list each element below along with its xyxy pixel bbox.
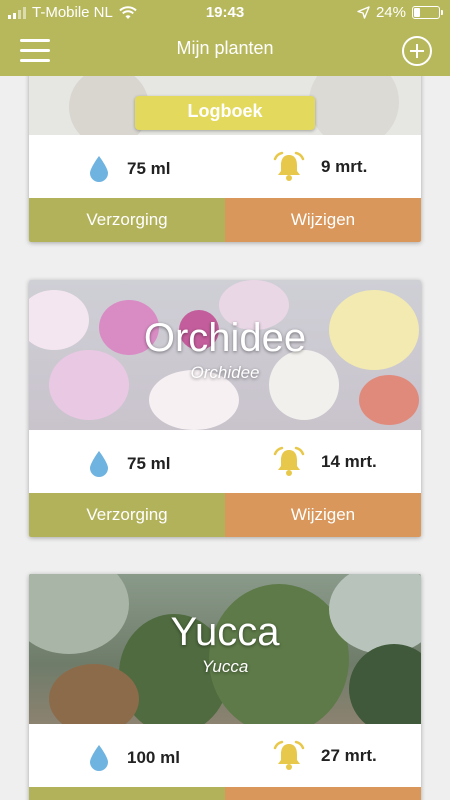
plant-photo[interactable]: Orchidee Orchidee <box>29 280 421 430</box>
bell-icon <box>273 151 305 181</box>
battery-percent: 24% <box>375 4 406 21</box>
battery-icon <box>412 6 443 19</box>
card-actions: Verzorging Wijzigen <box>29 198 421 242</box>
water-drop-icon <box>90 745 108 771</box>
plant-info-row: 75 ml 14 mrt. <box>29 430 421 493</box>
water-amount-text: 75 ml <box>127 453 171 473</box>
bell-icon <box>273 740 305 770</box>
reminder-text: 14 mrt. <box>321 452 377 471</box>
page-title: Mijn planten <box>176 38 274 58</box>
status-right: 24% <box>357 4 443 21</box>
plant-info-row: 100 ml 27 mrt. <box>29 724 421 787</box>
plant-list[interactable]: Logboek 75 ml 9 mrt. Verzorging Wijzigen… <box>0 76 450 800</box>
location-arrow-icon <box>357 6 370 19</box>
plant-names: Orchidee Orchidee <box>29 316 421 383</box>
card-actions: Verzorging Wijzigen <box>29 787 421 800</box>
bell-icon <box>273 446 305 476</box>
water-amount-text: 75 ml <box>127 158 171 178</box>
reminder-text: 9 mrt. <box>321 157 368 176</box>
care-button[interactable]: Verzorging <box>29 787 225 800</box>
plant-card-yucca: Yucca Yucca 100 ml 27 mrt. <box>29 574 421 800</box>
care-button[interactable]: Verzorging <box>29 493 225 537</box>
navigation-bar: Mijn planten <box>0 26 450 76</box>
edit-button[interactable]: Wijzigen <box>225 493 421 537</box>
reminder-date: 9 mrt. <box>273 151 367 183</box>
plant-latin-name: Orchidee <box>190 363 260 382</box>
add-plant-button[interactable] <box>402 36 432 66</box>
logbook-button[interactable]: Logboek <box>135 96 315 130</box>
care-button[interactable]: Verzorging <box>29 198 225 242</box>
plant-names: Yucca Yucca <box>29 610 421 677</box>
plant-card-orchidee: Orchidee Orchidee 75 ml 14 mrt. Verzorgi… <box>29 280 421 537</box>
plant-name: Yucca <box>170 610 280 654</box>
water-drop-icon <box>90 451 108 477</box>
edit-button[interactable]: Wijzigen <box>225 787 421 800</box>
plant-info-row: 75 ml 9 mrt. <box>29 135 421 198</box>
water-drop-icon <box>90 156 108 182</box>
reminder-date: 27 mrt. <box>273 740 377 772</box>
card-actions: Verzorging Wijzigen <box>29 493 421 537</box>
plant-latin-name: Yucca <box>201 657 249 676</box>
plant-name: Orchidee <box>143 316 307 360</box>
status-bar: T-Mobile NL 19:43 24% <box>0 0 450 26</box>
reminder-text: 27 mrt. <box>321 746 377 765</box>
water-amount: 75 ml <box>89 450 170 477</box>
reminder-date: 14 mrt. <box>273 446 377 478</box>
plant-photo[interactable]: Yucca Yucca <box>29 574 421 724</box>
water-amount: 100 ml <box>89 744 180 771</box>
water-amount: 75 ml <box>89 155 170 182</box>
water-amount-text: 100 ml <box>127 747 180 767</box>
edit-button[interactable]: Wijzigen <box>225 198 421 242</box>
